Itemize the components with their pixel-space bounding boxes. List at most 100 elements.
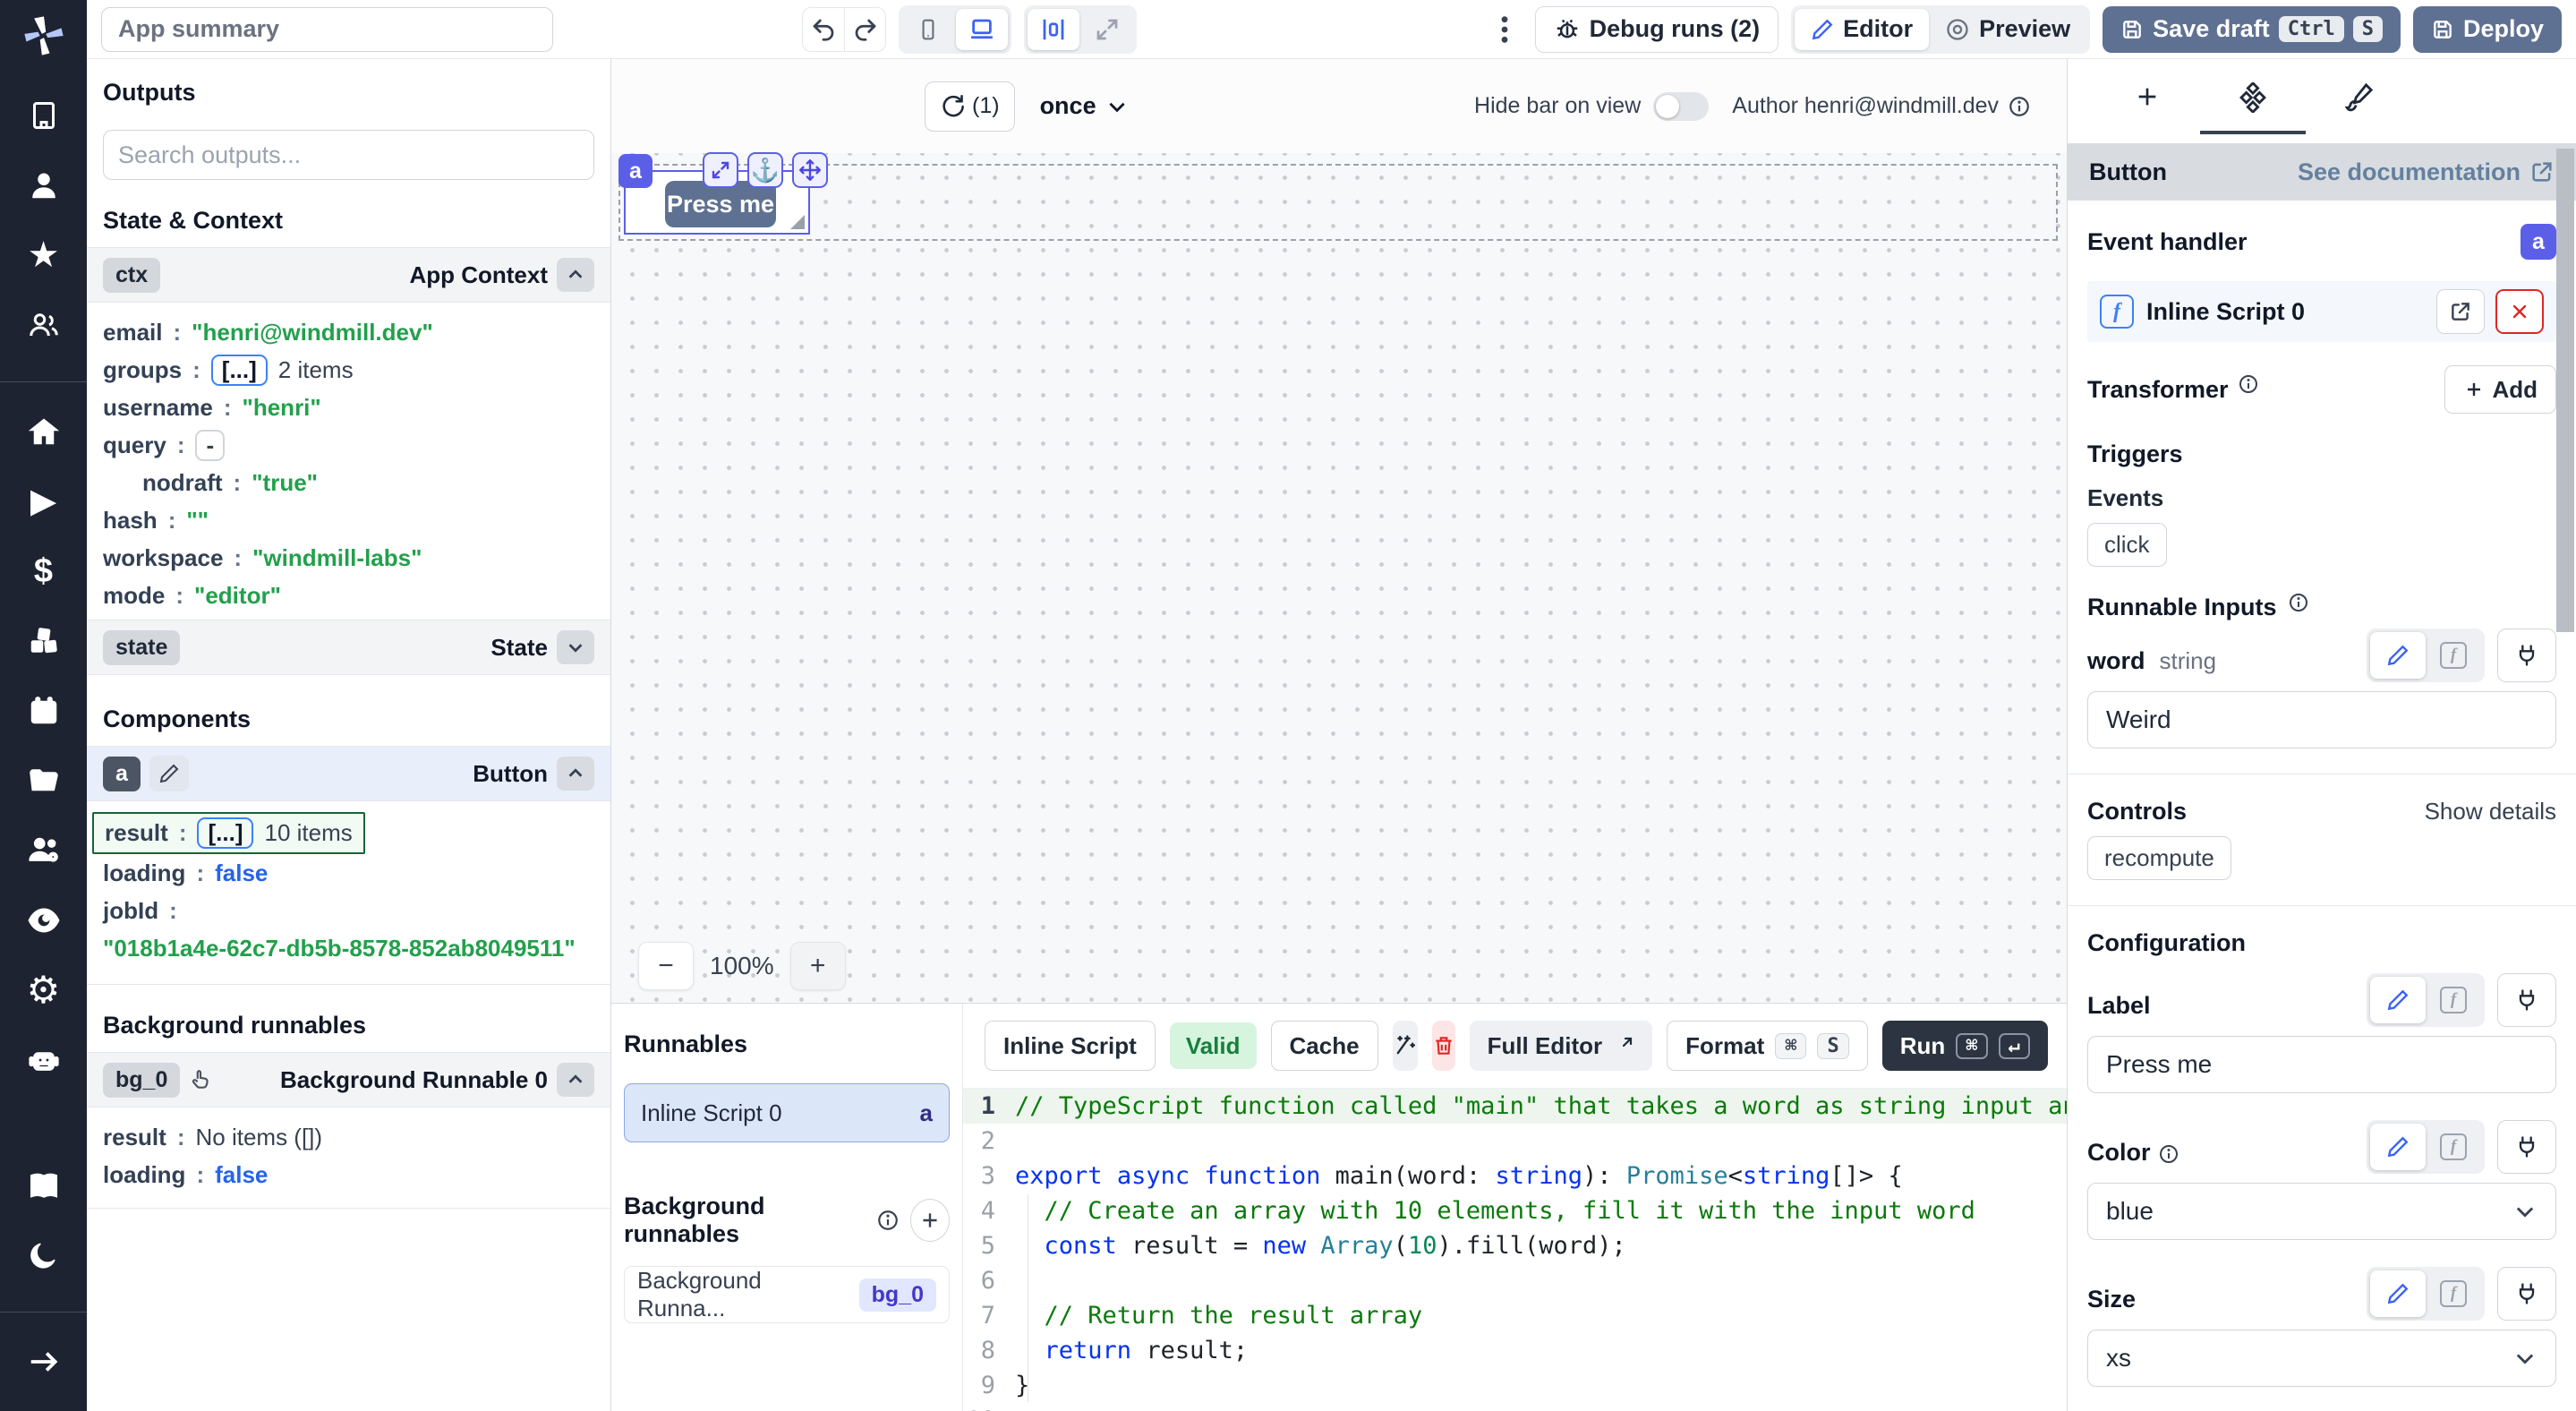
dark-mode-icon[interactable] bbox=[17, 1229, 71, 1281]
selected-button-component[interactable]: a ⚓ Press me bbox=[624, 170, 810, 235]
state-section-header[interactable]: state State bbox=[87, 620, 610, 675]
save-draft-button[interactable]: Save draft Ctrl S bbox=[2103, 6, 2401, 53]
run-button[interactable]: Run ⌘ ↵ bbox=[1882, 1021, 2048, 1071]
schedule-dropdown[interactable]: once bbox=[1040, 92, 1129, 120]
chevron-up-icon[interactable] bbox=[557, 757, 594, 791]
inline-script-item[interactable]: Inline Script 0 a bbox=[624, 1083, 950, 1142]
open-script-icon[interactable] bbox=[2436, 289, 2485, 334]
anchor-handle-icon[interactable]: ⚓ bbox=[747, 152, 783, 188]
static-mode-pencil-icon[interactable] bbox=[2370, 977, 2426, 1023]
expand-handle-icon[interactable] bbox=[703, 152, 738, 188]
ai-assistant-icon[interactable] bbox=[17, 1034, 71, 1086]
windmill-logo[interactable] bbox=[21, 13, 67, 59]
refresh-count-button[interactable]: (1) bbox=[925, 81, 1015, 132]
code-line[interactable]: 7 // Return the result array bbox=[963, 1298, 2067, 1333]
zoom-out-button[interactable]: − bbox=[638, 942, 694, 990]
code-line[interactable]: 2 bbox=[963, 1124, 2067, 1159]
info-icon[interactable] bbox=[876, 1209, 900, 1232]
folders-icon[interactable] bbox=[17, 755, 71, 807]
hide-bar-toggle[interactable] bbox=[1653, 92, 1709, 121]
remove-script-icon[interactable] bbox=[2495, 289, 2544, 334]
app-canvas[interactable]: a ⚓ Press me − 100% bbox=[611, 153, 2067, 1003]
size-select[interactable]: xs bbox=[2087, 1330, 2556, 1387]
docs-icon[interactable] bbox=[17, 1159, 71, 1211]
tab-insert[interactable] bbox=[2094, 82, 2200, 133]
settings-icon[interactable]: ⚙ bbox=[17, 964, 71, 1016]
app-summary-input[interactable] bbox=[101, 7, 553, 52]
favorites-icon[interactable]: ★ bbox=[17, 229, 71, 281]
code-editor[interactable]: 1// TypeScript function called "main" th… bbox=[963, 1088, 2067, 1411]
event-handler-script-row[interactable]: f Inline Script 0 bbox=[2087, 281, 2556, 342]
eval-mode-icon[interactable]: f bbox=[2426, 632, 2481, 679]
code-line[interactable]: 9} bbox=[963, 1368, 2067, 1403]
center-layout-button[interactable] bbox=[1028, 9, 1079, 50]
component-a-header[interactable]: a Button bbox=[87, 746, 610, 801]
add-bg-runnable-button[interactable] bbox=[910, 1199, 950, 1242]
resize-handle[interactable] bbox=[790, 215, 805, 229]
redo-button[interactable] bbox=[844, 8, 885, 51]
chevron-down-icon[interactable] bbox=[557, 630, 594, 664]
static-mode-pencil-icon[interactable] bbox=[2370, 632, 2426, 679]
mobile-view-button[interactable] bbox=[902, 9, 954, 50]
search-outputs-input[interactable] bbox=[103, 130, 594, 180]
move-handle-icon[interactable] bbox=[792, 152, 828, 188]
chevron-up-icon[interactable] bbox=[557, 1063, 594, 1097]
code-line[interactable]: 6 bbox=[963, 1263, 2067, 1298]
info-icon[interactable] bbox=[2008, 95, 2031, 118]
show-details-link[interactable]: Show details bbox=[2425, 798, 2556, 825]
bg-runnable-item[interactable]: Background Runna... bg_0 bbox=[624, 1266, 950, 1323]
debug-runs-button[interactable]: Debug runs (2) bbox=[1535, 6, 1779, 53]
panel-scrollbar[interactable] bbox=[2556, 149, 2574, 632]
delete-script-button[interactable] bbox=[1432, 1021, 1455, 1071]
edit-id-pencil-icon[interactable] bbox=[149, 756, 189, 791]
static-mode-pencil-icon[interactable] bbox=[2370, 1124, 2426, 1170]
editor-tab[interactable]: Editor bbox=[1795, 9, 1929, 50]
home-icon[interactable] bbox=[17, 406, 71, 458]
code-line[interactable]: 5 const result = new Array(10).fill(word… bbox=[963, 1228, 2067, 1263]
audit-logs-icon[interactable] bbox=[17, 894, 71, 946]
connect-plug-icon[interactable] bbox=[2497, 629, 2556, 682]
code-line[interactable]: 1// TypeScript function called "main" th… bbox=[963, 1089, 2067, 1124]
zoom-in-button[interactable]: + bbox=[790, 942, 846, 990]
groups-admin-icon[interactable] bbox=[17, 825, 71, 877]
color-select[interactable]: blue bbox=[2087, 1183, 2556, 1240]
fullwidth-layout-button[interactable] bbox=[1081, 9, 1133, 50]
tab-styling[interactable] bbox=[2306, 82, 2411, 134]
tab-settings[interactable] bbox=[2200, 82, 2306, 134]
code-line[interactable]: 3export async function main(word: string… bbox=[963, 1159, 2067, 1193]
eval-mode-icon[interactable]: f bbox=[2426, 977, 2481, 1023]
code-line[interactable]: 10 bbox=[963, 1403, 2067, 1411]
inline-script-button[interactable]: Inline Script bbox=[985, 1021, 1156, 1071]
deploy-button[interactable]: Deploy bbox=[2413, 6, 2562, 53]
connect-plug-icon[interactable] bbox=[2497, 973, 2556, 1027]
cache-button[interactable]: Cache bbox=[1271, 1021, 1378, 1071]
more-options-button[interactable] bbox=[1487, 8, 1523, 51]
ctx-section-header[interactable]: ctx App Context bbox=[87, 247, 610, 303]
ai-wand-button[interactable] bbox=[1393, 1021, 1418, 1071]
static-mode-pencil-icon[interactable] bbox=[2370, 1270, 2426, 1317]
desktop-view-button[interactable] bbox=[956, 9, 1008, 50]
preview-tab[interactable]: Preview bbox=[1929, 9, 2086, 50]
connect-plug-icon[interactable] bbox=[2497, 1267, 2556, 1321]
chevron-up-icon[interactable] bbox=[557, 258, 594, 292]
info-icon[interactable] bbox=[2238, 373, 2259, 395]
format-button[interactable]: Format ⌘ S bbox=[1667, 1021, 1868, 1071]
eval-mode-icon[interactable]: f bbox=[2426, 1124, 2481, 1170]
component-drop-row[interactable]: a ⚓ Press me bbox=[618, 164, 2058, 241]
eval-mode-icon[interactable]: f bbox=[2426, 1270, 2481, 1317]
code-line[interactable]: 8 return result; bbox=[963, 1333, 2067, 1368]
workspace-icon[interactable] bbox=[17, 90, 71, 141]
see-documentation-link[interactable]: See documentation bbox=[2298, 158, 2555, 186]
full-editor-button[interactable]: Full Editor bbox=[1470, 1021, 1653, 1071]
label-input[interactable] bbox=[2087, 1036, 2556, 1093]
schedules-icon[interactable] bbox=[17, 685, 71, 737]
groups-icon[interactable] bbox=[17, 299, 71, 351]
add-transformer-button[interactable]: Add bbox=[2444, 365, 2556, 414]
word-input[interactable] bbox=[2087, 691, 2556, 748]
connect-plug-icon[interactable] bbox=[2497, 1120, 2556, 1174]
recompute-badge[interactable]: recompute bbox=[2087, 836, 2231, 880]
bg0-section-header[interactable]: bg_0 Background Runnable 0 bbox=[87, 1052, 610, 1107]
info-icon[interactable] bbox=[2158, 1143, 2179, 1174]
variables-icon[interactable]: $ bbox=[17, 545, 71, 597]
undo-button[interactable] bbox=[803, 8, 844, 51]
